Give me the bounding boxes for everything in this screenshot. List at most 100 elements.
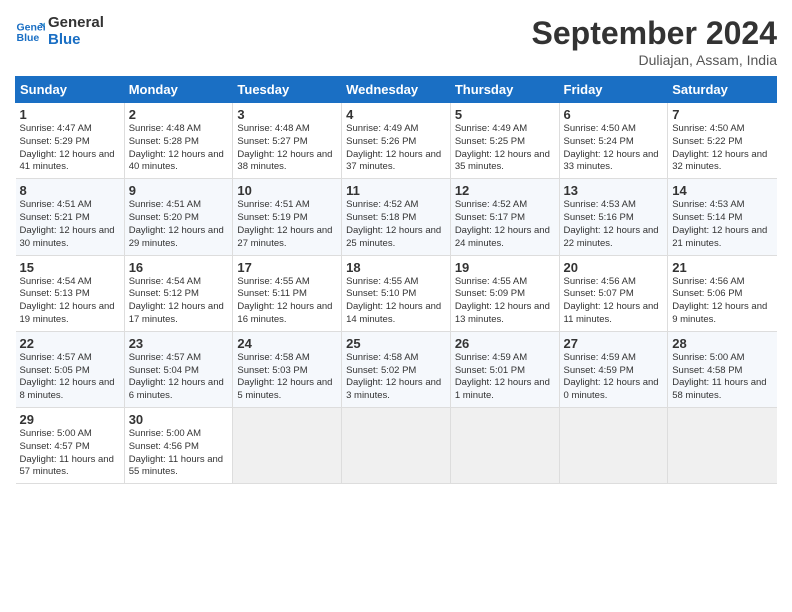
day-number: 27 <box>564 336 664 351</box>
day-number: 7 <box>672 107 772 122</box>
week-row-2: 8 Sunrise: 4:51 AMSunset: 5:21 PMDayligh… <box>16 179 777 255</box>
day-info: Sunrise: 4:58 AMSunset: 5:03 PMDaylight:… <box>237 352 337 403</box>
day-info: Sunrise: 4:48 AMSunset: 5:27 PMDaylight:… <box>237 123 337 174</box>
day-cell: 26 Sunrise: 4:59 AMSunset: 5:01 PMDaylig… <box>450 331 559 407</box>
day-number: 3 <box>237 107 337 122</box>
month-title: September 2024 <box>532 15 777 52</box>
day-cell <box>450 408 559 484</box>
logo-line2: Blue <box>48 32 104 49</box>
day-number: 1 <box>20 107 120 122</box>
header-row: SundayMondayTuesdayWednesdayThursdayFrid… <box>16 77 777 103</box>
day-number: 4 <box>346 107 446 122</box>
svg-text:Blue: Blue <box>17 32 40 44</box>
day-cell: 16 Sunrise: 4:54 AMSunset: 5:12 PMDaylig… <box>124 255 233 331</box>
day-number: 21 <box>672 260 772 275</box>
header-friday: Friday <box>559 77 668 103</box>
day-cell: 3 Sunrise: 4:48 AMSunset: 5:27 PMDayligh… <box>233 103 342 179</box>
day-number: 12 <box>455 183 555 198</box>
day-number: 5 <box>455 107 555 122</box>
day-cell: 23 Sunrise: 4:57 AMSunset: 5:04 PMDaylig… <box>124 331 233 407</box>
day-cell: 8 Sunrise: 4:51 AMSunset: 5:21 PMDayligh… <box>16 179 125 255</box>
day-cell: 5 Sunrise: 4:49 AMSunset: 5:25 PMDayligh… <box>450 103 559 179</box>
header: General Blue General Blue September 2024… <box>15 15 777 68</box>
day-cell <box>668 408 777 484</box>
day-cell <box>342 408 451 484</box>
day-cell: 13 Sunrise: 4:53 AMSunset: 5:16 PMDaylig… <box>559 179 668 255</box>
day-info: Sunrise: 4:54 AMSunset: 5:13 PMDaylight:… <box>20 276 120 327</box>
day-info: Sunrise: 4:54 AMSunset: 5:12 PMDaylight:… <box>129 276 229 327</box>
header-saturday: Saturday <box>668 77 777 103</box>
header-wednesday: Wednesday <box>342 77 451 103</box>
logo-line1: General <box>48 15 104 32</box>
location: Duliajan, Assam, India <box>532 52 777 68</box>
day-cell: 29 Sunrise: 5:00 AMSunset: 4:57 PMDaylig… <box>16 408 125 484</box>
day-cell: 1 Sunrise: 4:47 AMSunset: 5:29 PMDayligh… <box>16 103 125 179</box>
day-cell: 24 Sunrise: 4:58 AMSunset: 5:03 PMDaylig… <box>233 331 342 407</box>
day-cell: 28 Sunrise: 5:00 AMSunset: 4:58 PMDaylig… <box>668 331 777 407</box>
day-number: 13 <box>564 183 664 198</box>
day-number: 19 <box>455 260 555 275</box>
day-info: Sunrise: 4:56 AMSunset: 5:07 PMDaylight:… <box>564 276 664 327</box>
day-cell: 20 Sunrise: 4:56 AMSunset: 5:07 PMDaylig… <box>559 255 668 331</box>
day-cell <box>233 408 342 484</box>
day-cell: 12 Sunrise: 4:52 AMSunset: 5:17 PMDaylig… <box>450 179 559 255</box>
day-number: 15 <box>20 260 120 275</box>
day-info: Sunrise: 5:00 AMSunset: 4:56 PMDaylight:… <box>129 428 229 479</box>
day-cell: 27 Sunrise: 4:59 AMSunset: 4:59 PMDaylig… <box>559 331 668 407</box>
day-number: 17 <box>237 260 337 275</box>
day-info: Sunrise: 4:59 AMSunset: 4:59 PMDaylight:… <box>564 352 664 403</box>
day-info: Sunrise: 4:48 AMSunset: 5:28 PMDaylight:… <box>129 123 229 174</box>
day-cell: 9 Sunrise: 4:51 AMSunset: 5:20 PMDayligh… <box>124 179 233 255</box>
title-block: September 2024 Duliajan, Assam, India <box>532 15 777 68</box>
day-cell: 21 Sunrise: 4:56 AMSunset: 5:06 PMDaylig… <box>668 255 777 331</box>
day-number: 22 <box>20 336 120 351</box>
day-cell: 17 Sunrise: 4:55 AMSunset: 5:11 PMDaylig… <box>233 255 342 331</box>
day-info: Sunrise: 4:58 AMSunset: 5:02 PMDaylight:… <box>346 352 446 403</box>
day-number: 10 <box>237 183 337 198</box>
day-number: 25 <box>346 336 446 351</box>
day-info: Sunrise: 4:56 AMSunset: 5:06 PMDaylight:… <box>672 276 772 327</box>
day-number: 14 <box>672 183 772 198</box>
day-info: Sunrise: 4:51 AMSunset: 5:21 PMDaylight:… <box>20 199 120 250</box>
day-info: Sunrise: 4:55 AMSunset: 5:09 PMDaylight:… <box>455 276 555 327</box>
day-number: 2 <box>129 107 229 122</box>
day-info: Sunrise: 5:00 AMSunset: 4:57 PMDaylight:… <box>20 428 120 479</box>
week-row-1: 1 Sunrise: 4:47 AMSunset: 5:29 PMDayligh… <box>16 103 777 179</box>
day-info: Sunrise: 4:47 AMSunset: 5:29 PMDaylight:… <box>20 123 120 174</box>
day-cell: 4 Sunrise: 4:49 AMSunset: 5:26 PMDayligh… <box>342 103 451 179</box>
day-number: 23 <box>129 336 229 351</box>
day-cell: 10 Sunrise: 4:51 AMSunset: 5:19 PMDaylig… <box>233 179 342 255</box>
day-info: Sunrise: 4:50 AMSunset: 5:22 PMDaylight:… <box>672 123 772 174</box>
day-number: 29 <box>20 412 120 427</box>
day-number: 18 <box>346 260 446 275</box>
header-thursday: Thursday <box>450 77 559 103</box>
day-cell <box>559 408 668 484</box>
header-sunday: Sunday <box>16 77 125 103</box>
day-info: Sunrise: 4:55 AMSunset: 5:10 PMDaylight:… <box>346 276 446 327</box>
day-cell: 7 Sunrise: 4:50 AMSunset: 5:22 PMDayligh… <box>668 103 777 179</box>
day-number: 26 <box>455 336 555 351</box>
day-info: Sunrise: 4:57 AMSunset: 5:05 PMDaylight:… <box>20 352 120 403</box>
day-info: Sunrise: 4:53 AMSunset: 5:16 PMDaylight:… <box>564 199 664 250</box>
day-number: 24 <box>237 336 337 351</box>
day-info: Sunrise: 4:52 AMSunset: 5:18 PMDaylight:… <box>346 199 446 250</box>
day-number: 6 <box>564 107 664 122</box>
day-cell: 15 Sunrise: 4:54 AMSunset: 5:13 PMDaylig… <box>16 255 125 331</box>
day-info: Sunrise: 4:51 AMSunset: 5:20 PMDaylight:… <box>129 199 229 250</box>
day-info: Sunrise: 4:51 AMSunset: 5:19 PMDaylight:… <box>237 199 337 250</box>
day-cell: 14 Sunrise: 4:53 AMSunset: 5:14 PMDaylig… <box>668 179 777 255</box>
day-info: Sunrise: 4:52 AMSunset: 5:17 PMDaylight:… <box>455 199 555 250</box>
day-number: 16 <box>129 260 229 275</box>
day-number: 28 <box>672 336 772 351</box>
day-info: Sunrise: 4:49 AMSunset: 5:25 PMDaylight:… <box>455 123 555 174</box>
calendar-table: SundayMondayTuesdayWednesdayThursdayFrid… <box>15 76 777 484</box>
header-tuesday: Tuesday <box>233 77 342 103</box>
day-info: Sunrise: 4:57 AMSunset: 5:04 PMDaylight:… <box>129 352 229 403</box>
day-cell: 30 Sunrise: 5:00 AMSunset: 4:56 PMDaylig… <box>124 408 233 484</box>
day-cell: 25 Sunrise: 4:58 AMSunset: 5:02 PMDaylig… <box>342 331 451 407</box>
week-row-5: 29 Sunrise: 5:00 AMSunset: 4:57 PMDaylig… <box>16 408 777 484</box>
week-row-3: 15 Sunrise: 4:54 AMSunset: 5:13 PMDaylig… <box>16 255 777 331</box>
day-info: Sunrise: 4:50 AMSunset: 5:24 PMDaylight:… <box>564 123 664 174</box>
day-number: 8 <box>20 183 120 198</box>
day-cell: 22 Sunrise: 4:57 AMSunset: 5:05 PMDaylig… <box>16 331 125 407</box>
